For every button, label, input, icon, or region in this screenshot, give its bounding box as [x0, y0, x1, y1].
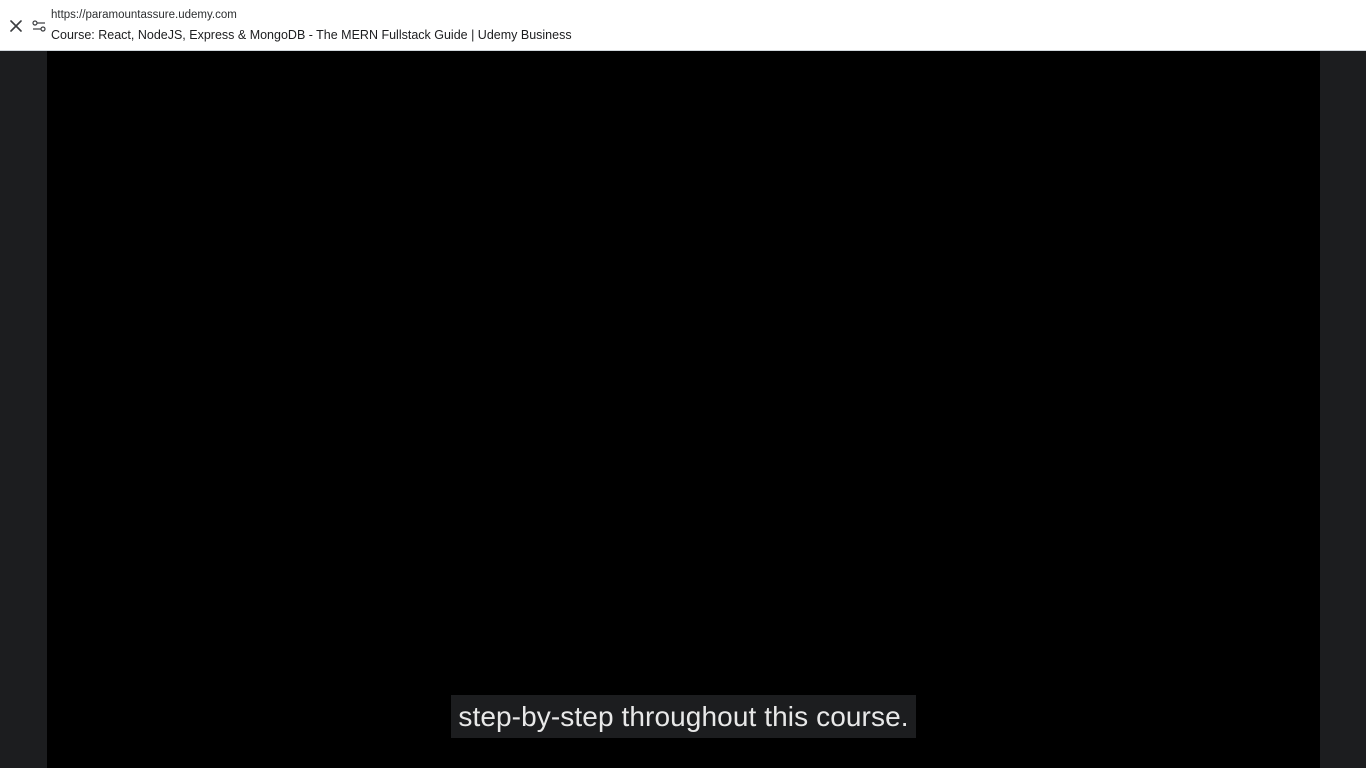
tune-icon — [32, 20, 46, 32]
video-frame[interactable]: step-by-step throughout this course. — [47, 51, 1320, 768]
site-info-button[interactable] — [29, 16, 49, 36]
page-title: Course: React, NodeJS, Express & MongoDB… — [51, 28, 572, 42]
close-icon — [10, 20, 22, 32]
caption-text: step-by-step throughout this course. — [451, 695, 916, 738]
close-button[interactable] — [6, 16, 26, 36]
browser-header: https://paramountassure.udemy.com Course… — [0, 0, 1366, 51]
caption-container: step-by-step throughout this course. — [47, 695, 1320, 738]
url-text: https://paramountassure.udemy.com — [51, 9, 237, 21]
video-player-area: step-by-step throughout this course. — [0, 51, 1366, 768]
